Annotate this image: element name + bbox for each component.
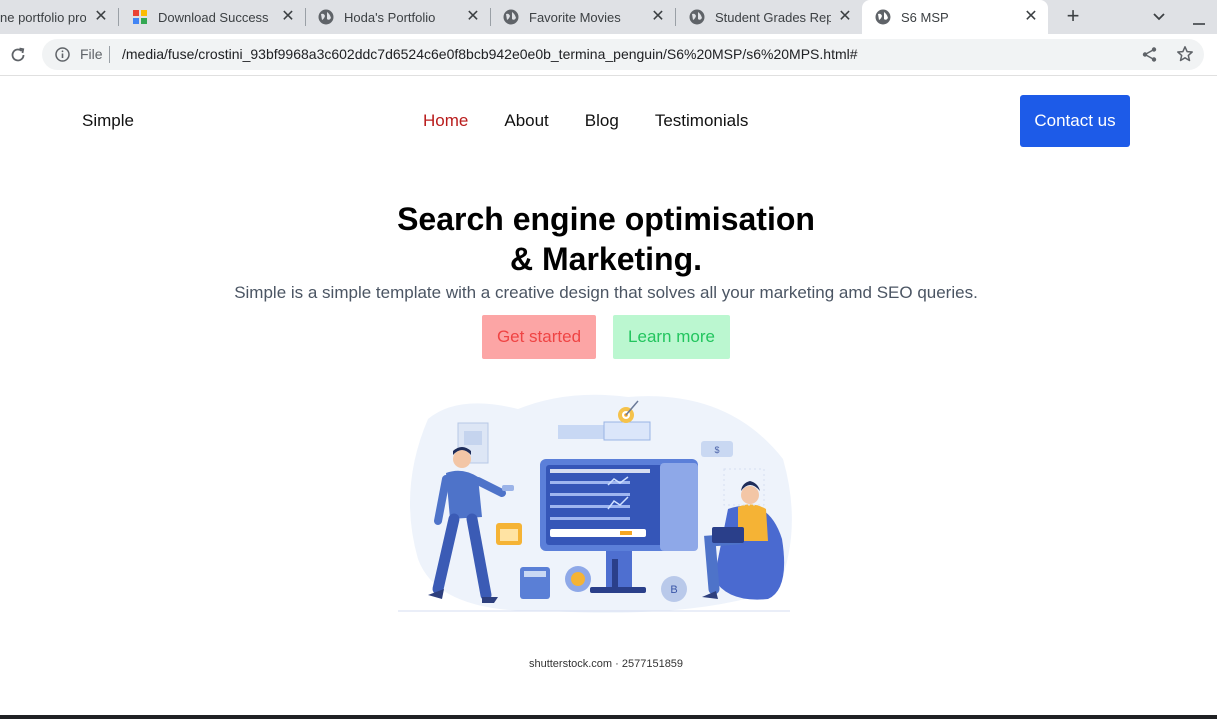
- svg-text:$: $: [714, 445, 719, 455]
- share-icon[interactable]: [1141, 46, 1158, 63]
- tab-title: Student Grades Rep: [715, 9, 831, 25]
- contact-us-button[interactable]: Contact us: [1020, 95, 1130, 147]
- tab-title: Hoda's Portfolio: [344, 9, 436, 25]
- tab-hodas-portfolio[interactable]: Hoda's Portfolio ✕: [306, 0, 490, 34]
- browser-tabstrip: ne portfolio pro ✕ Download Success ✕ Ho…: [0, 0, 1217, 34]
- svg-text:B: B: [670, 584, 677, 596]
- google-drive-icon: [133, 10, 147, 24]
- url-divider: [109, 46, 110, 63]
- tab-title: ne portfolio pro: [0, 9, 86, 25]
- image-watermark: shutterstock.com · 2577151859: [528, 658, 684, 670]
- close-icon[interactable]: ✕: [1022, 8, 1040, 26]
- plus-icon[interactable]: +: [1062, 5, 1084, 28]
- address-bar[interactable]: File /media/fuse/crostini_93bf9968a3c602…: [42, 39, 1204, 70]
- close-icon[interactable]: ✕: [649, 8, 667, 26]
- tab-student-grades[interactable]: Student Grades Rep ✕: [676, 0, 862, 34]
- hero-subtitle: Simple is a simple template with a creat…: [234, 283, 978, 302]
- globe-icon: [875, 9, 891, 25]
- globe-icon: [503, 9, 519, 25]
- globe-icon: [689, 9, 705, 25]
- reload-icon[interactable]: [9, 46, 27, 64]
- nav-link-testimonials[interactable]: Testimonials: [655, 111, 749, 131]
- taskbar-edge: [0, 715, 1217, 719]
- site-brand[interactable]: Simple: [82, 111, 134, 131]
- tab-s6-msp[interactable]: S6 MSP ✕: [862, 0, 1048, 34]
- url-scheme-label: File: [80, 46, 103, 62]
- tab-download-success[interactable]: Download Success ✕: [119, 0, 305, 34]
- tab-portfolio[interactable]: ne portfolio pro ✕: [0, 0, 118, 34]
- seo-illustration-image: $ B: [398, 394, 792, 613]
- hero-title-line-1: Search engine optimisation: [397, 201, 815, 237]
- web-page: Simple Home About Blog Testimonials Cont…: [0, 77, 1217, 715]
- close-icon[interactable]: ✕: [836, 8, 854, 26]
- browser-toolbar: File /media/fuse/crostini_93bf9968a3c602…: [0, 34, 1217, 76]
- chevron-down-icon[interactable]: [1150, 8, 1168, 26]
- close-icon[interactable]: ✕: [92, 8, 110, 26]
- tab-title: Download Success: [158, 9, 269, 25]
- tab-title: S6 MSP: [901, 9, 949, 25]
- url-text[interactable]: /media/fuse/crostini_93bf9968a3c602ddc7d…: [122, 46, 858, 62]
- tab-title: Favorite Movies: [529, 9, 621, 25]
- close-icon[interactable]: ✕: [279, 8, 297, 26]
- main-nav: Home About Blog Testimonials: [423, 111, 784, 131]
- learn-more-button[interactable]: Learn more: [613, 315, 730, 359]
- globe-icon: [318, 9, 334, 25]
- minimize-icon[interactable]: [1192, 14, 1206, 26]
- nav-link-home[interactable]: Home: [423, 111, 468, 131]
- nav-link-about[interactable]: About: [504, 111, 548, 131]
- star-icon[interactable]: [1176, 45, 1194, 63]
- tab-favorite-movies[interactable]: Favorite Movies ✕: [491, 0, 675, 34]
- nav-link-blog[interactable]: Blog: [585, 111, 619, 131]
- info-icon[interactable]: [55, 47, 70, 62]
- get-started-button[interactable]: Get started: [482, 315, 596, 359]
- hero-title: Search engine optimisation & Marketing.: [0, 199, 1212, 279]
- close-icon[interactable]: ✕: [464, 8, 482, 26]
- hero-title-line-2: & Marketing.: [509, 241, 703, 277]
